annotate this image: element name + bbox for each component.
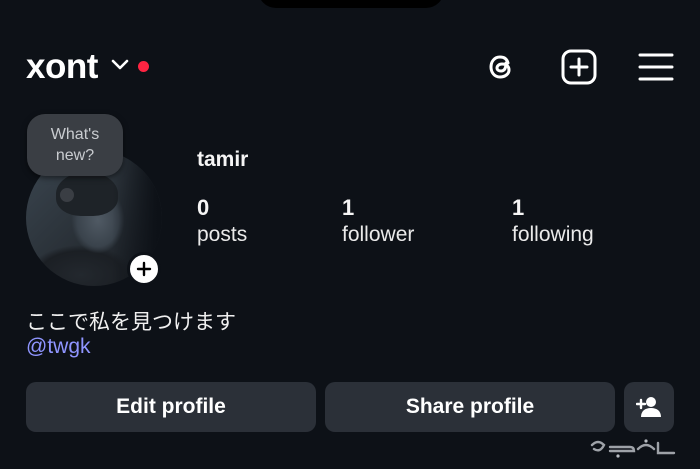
stat-followers[interactable]: 1 follower — [342, 195, 414, 249]
add-post-icon[interactable] — [560, 48, 598, 86]
stat-count: 1 — [512, 195, 525, 220]
display-name: tamir — [197, 148, 249, 171]
add-person-icon — [636, 397, 661, 417]
stat-count: 0 — [197, 195, 210, 220]
stat-following[interactable]: 1 following — [512, 195, 594, 249]
note-bubble-tail — [60, 188, 74, 202]
note-bubble[interactable]: What's new? — [27, 114, 123, 176]
plus-icon — [136, 261, 152, 277]
chevron-down-icon[interactable] — [110, 58, 130, 72]
profile-bio: ここで私を見つけます — [26, 310, 236, 334]
notification-dot — [138, 61, 149, 72]
add-story-button[interactable] — [127, 252, 161, 286]
discover-people-button[interactable] — [624, 382, 674, 432]
edit-profile-button[interactable]: Edit profile — [26, 382, 316, 432]
stat-posts[interactable]: 0 posts — [197, 195, 247, 249]
watermark-logo — [590, 439, 676, 458]
menu-icon[interactable] — [637, 48, 675, 86]
device-notch — [258, 0, 444, 8]
stat-label: posts — [197, 223, 248, 246]
threads-icon[interactable] — [482, 48, 520, 86]
stat-count: 1 — [342, 195, 355, 220]
stat-label: following — [512, 223, 594, 246]
stat-label: follower — [342, 223, 415, 246]
handle-link[interactable]: @twgk — [26, 335, 91, 359]
share-profile-button[interactable]: Share profile — [325, 382, 615, 432]
note-bubble-text: What's new? — [50, 126, 100, 164]
account-username[interactable]: xont — [26, 46, 98, 88]
